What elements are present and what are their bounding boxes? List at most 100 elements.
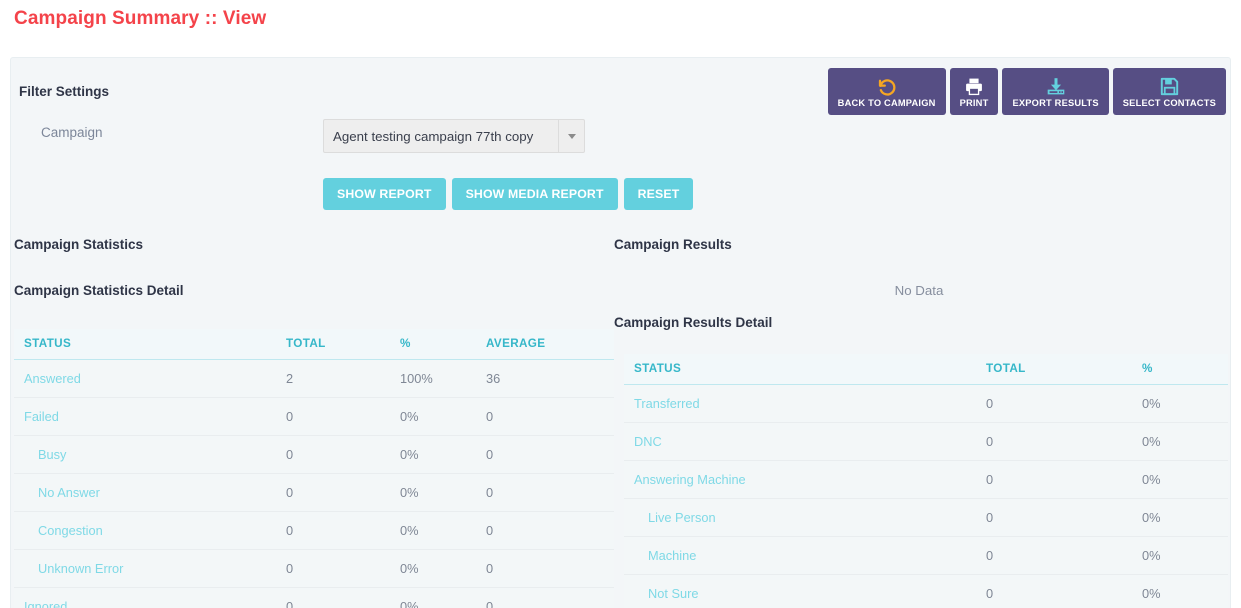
table-row[interactable]: Unknown Error 0 0% 0 bbox=[14, 549, 614, 588]
row-percent: 0% bbox=[1142, 574, 1228, 608]
row-total: 0 bbox=[286, 587, 400, 608]
row-percent: 0% bbox=[1142, 460, 1228, 499]
row-average: 36 bbox=[486, 359, 614, 398]
select-contacts-button[interactable]: SELECT CONTACTS bbox=[1112, 68, 1226, 115]
page-title: Campaign Summary :: View bbox=[14, 8, 267, 29]
campaign-statistics-body: Answered 2 100% 36 Failed 0 0% 0 Busy 0 … bbox=[14, 359, 614, 608]
row-total: 0 bbox=[986, 460, 1142, 499]
campaign-results-table: STATUS TOTAL % Transferred 0 0% DNC 0 0%… bbox=[624, 354, 1228, 608]
row-percent: 0% bbox=[400, 587, 486, 608]
row-status[interactable]: Unknown Error bbox=[14, 549, 286, 588]
campaign-select-value: Agent testing campaign 77th copy bbox=[333, 128, 534, 144]
row-average: 0 bbox=[486, 511, 614, 550]
campaign-results-no-data: No Data bbox=[894, 283, 944, 298]
row-status[interactable]: Not Sure bbox=[624, 574, 986, 608]
row-status[interactable]: DNC bbox=[624, 422, 986, 461]
table-row[interactable]: Ignored 0 0% 0 bbox=[14, 587, 614, 608]
row-status[interactable]: Busy bbox=[14, 435, 286, 474]
row-average: 0 bbox=[486, 435, 614, 474]
row-status[interactable]: Transferred bbox=[624, 384, 986, 423]
campaign-select[interactable]: Agent testing campaign 77th copy bbox=[323, 119, 585, 153]
column-header-status[interactable]: STATUS bbox=[14, 329, 286, 360]
row-status[interactable]: Congestion bbox=[14, 511, 286, 550]
page-root: Campaign Summary :: View Filter Settings… bbox=[0, 0, 1241, 608]
campaign-results-title: Campaign Results bbox=[614, 237, 732, 252]
campaign-statistics-title: Campaign Statistics bbox=[14, 237, 144, 252]
table-row[interactable]: Transferred 0 0% bbox=[624, 384, 1228, 423]
row-status[interactable]: Live Person bbox=[624, 498, 986, 537]
back-to-campaign-label: BACK TO CAMPAIGN bbox=[837, 97, 936, 108]
column-header-average[interactable]: AVERAGE bbox=[486, 329, 614, 360]
row-status[interactable]: No Answer bbox=[14, 473, 286, 512]
table-row[interactable]: Busy 0 0% 0 bbox=[14, 435, 614, 474]
row-status[interactable]: Failed bbox=[14, 397, 286, 436]
download-icon bbox=[1045, 76, 1067, 97]
table-row[interactable]: Not Sure 0 0% bbox=[624, 574, 1228, 608]
back-to-campaign-button[interactable]: BACK TO CAMPAIGN bbox=[827, 68, 946, 115]
column-header-percent[interactable]: % bbox=[400, 329, 486, 360]
row-total: 0 bbox=[286, 435, 400, 474]
printer-icon bbox=[964, 76, 984, 97]
column-header-percent[interactable]: % bbox=[1142, 354, 1228, 385]
row-total: 0 bbox=[286, 549, 400, 588]
row-total: 0 bbox=[986, 498, 1142, 537]
campaign-results-body: Transferred 0 0% DNC 0 0% Answering Mach… bbox=[624, 384, 1228, 608]
campaign-statistics-detail-title: Campaign Statistics Detail bbox=[14, 283, 184, 298]
row-percent: 0% bbox=[1142, 498, 1228, 537]
table-row[interactable]: Congestion 0 0% 0 bbox=[14, 511, 614, 550]
select-contacts-label: SELECT CONTACTS bbox=[1122, 97, 1216, 108]
row-average: 0 bbox=[486, 473, 614, 512]
row-total: 0 bbox=[286, 397, 400, 436]
row-status[interactable]: Answering Machine bbox=[624, 460, 986, 499]
table-row[interactable]: Answering Machine 0 0% bbox=[624, 460, 1228, 499]
reset-button[interactable]: RESET bbox=[623, 178, 694, 210]
campaign-results-detail-title: Campaign Results Detail bbox=[614, 315, 773, 330]
row-percent: 0% bbox=[400, 549, 486, 588]
filter-action-buttons: SHOW REPORT SHOW MEDIA REPORT RESET bbox=[323, 178, 694, 210]
table-row[interactable]: Answered 2 100% 36 bbox=[14, 359, 614, 398]
column-header-status[interactable]: STATUS bbox=[624, 354, 986, 385]
show-media-report-button[interactable]: SHOW MEDIA REPORT bbox=[451, 178, 618, 210]
campaign-statistics-table: STATUS TOTAL % AVERAGE Answered 2 100% 3… bbox=[14, 329, 614, 608]
chevron-down-icon[interactable] bbox=[558, 120, 584, 152]
row-percent: 0% bbox=[400, 473, 486, 512]
table-row[interactable]: DNC 0 0% bbox=[624, 422, 1228, 461]
column-header-total[interactable]: TOTAL bbox=[286, 329, 400, 360]
toolbar: BACK TO CAMPAIGN PRINT EXPORT RESULTS SE… bbox=[827, 68, 1226, 115]
row-percent: 0% bbox=[1142, 384, 1228, 423]
row-percent: 0% bbox=[1142, 422, 1228, 461]
filter-settings-heading: Filter Settings bbox=[19, 84, 110, 99]
undo-arrow-icon bbox=[875, 76, 899, 97]
row-total: 0 bbox=[286, 511, 400, 550]
table-row[interactable]: No Answer 0 0% 0 bbox=[14, 473, 614, 512]
table-header-row: STATUS TOTAL % bbox=[624, 354, 1228, 385]
row-percent: 100% bbox=[400, 359, 486, 398]
campaign-field-label: Campaign bbox=[41, 125, 103, 140]
table-row[interactable]: Live Person 0 0% bbox=[624, 498, 1228, 537]
row-average: 0 bbox=[486, 397, 614, 436]
row-status[interactable]: Machine bbox=[624, 536, 986, 575]
row-status[interactable]: Ignored bbox=[14, 587, 286, 608]
floppy-disk-icon bbox=[1159, 76, 1180, 97]
row-percent: 0% bbox=[400, 511, 486, 550]
print-button[interactable]: PRINT bbox=[949, 68, 999, 115]
table-row[interactable]: Machine 0 0% bbox=[624, 536, 1228, 575]
row-average: 0 bbox=[486, 549, 614, 588]
export-results-label: EXPORT RESULTS bbox=[1012, 97, 1099, 108]
row-total: 0 bbox=[286, 473, 400, 512]
row-total: 0 bbox=[986, 574, 1142, 608]
print-label: PRINT bbox=[959, 97, 989, 108]
table-header-row: STATUS TOTAL % AVERAGE bbox=[14, 329, 614, 360]
export-results-button[interactable]: EXPORT RESULTS bbox=[1002, 68, 1109, 115]
column-header-total[interactable]: TOTAL bbox=[986, 354, 1142, 385]
row-total: 0 bbox=[986, 536, 1142, 575]
row-percent: 0% bbox=[1142, 536, 1228, 575]
row-total: 0 bbox=[986, 422, 1142, 461]
table-row[interactable]: Failed 0 0% 0 bbox=[14, 397, 614, 436]
show-report-button[interactable]: SHOW REPORT bbox=[323, 178, 446, 210]
caret-shape bbox=[567, 133, 576, 139]
row-status[interactable]: Answered bbox=[14, 359, 286, 398]
row-average: 0 bbox=[486, 587, 614, 608]
row-total: 0 bbox=[986, 384, 1142, 423]
row-total: 2 bbox=[286, 359, 400, 398]
